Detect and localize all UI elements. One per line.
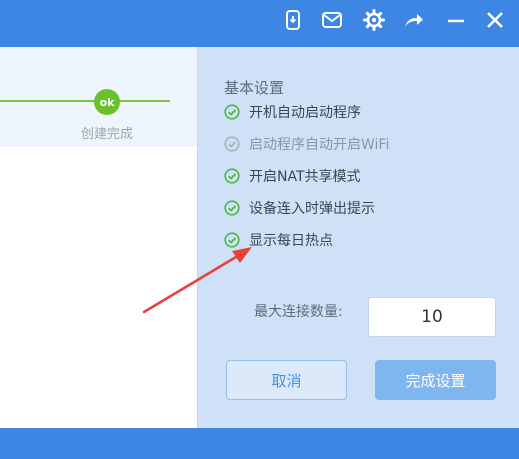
finish-settings-button[interactable]: 完成设置 — [375, 360, 496, 400]
minimize-icon[interactable] — [442, 6, 470, 34]
main-content: ok 创建完成 — [0, 47, 197, 428]
title-bar — [0, 0, 519, 47]
check-circle-icon — [224, 168, 240, 184]
phone-icon[interactable] — [279, 6, 307, 34]
check-circle-icon — [224, 136, 240, 152]
share-icon[interactable] — [400, 6, 428, 34]
check-circle-icon — [224, 232, 240, 248]
progress-area: ok 创建完成 — [0, 47, 197, 147]
option-autostart[interactable]: 开机自动启动程序 — [224, 101, 361, 123]
option-label: 开启NAT共享模式 — [249, 169, 361, 185]
bottom-bar — [0, 428, 519, 459]
ok-node: ok — [94, 89, 120, 115]
option-label: 开机自动启动程序 — [249, 105, 361, 121]
section-title: 基本设置 — [224, 79, 285, 97]
mail-icon[interactable] — [318, 6, 346, 34]
option-label: 设备连入时弹出提示 — [249, 201, 375, 217]
max-connections-label: 最大连接数量: — [254, 304, 343, 320]
option-connect-popup[interactable]: 设备连入时弹出提示 — [224, 197, 375, 219]
option-auto-wifi[interactable]: 启动程序自动开启WiFi — [224, 133, 389, 155]
option-daily-hotspot[interactable]: 显示每日热点 — [224, 229, 333, 251]
cancel-button[interactable]: 取消 — [226, 360, 347, 400]
close-icon[interactable] — [481, 6, 509, 34]
step-label: 创建完成 — [80, 127, 133, 142]
option-label: 启动程序自动开启WiFi — [249, 137, 390, 153]
check-circle-icon — [224, 200, 240, 216]
option-label: 显示每日热点 — [249, 233, 333, 249]
gear-icon[interactable] — [360, 6, 388, 34]
option-nat-share[interactable]: 开启NAT共享模式 — [224, 165, 361, 187]
settings-panel: 基本设置 开机自动启动程序 启动程序自动开启WiFi 开启NAT共享模式 设备连… — [197, 47, 519, 428]
max-connections-input[interactable] — [368, 297, 496, 337]
progress-line — [0, 100, 170, 102]
check-circle-icon — [224, 104, 240, 120]
